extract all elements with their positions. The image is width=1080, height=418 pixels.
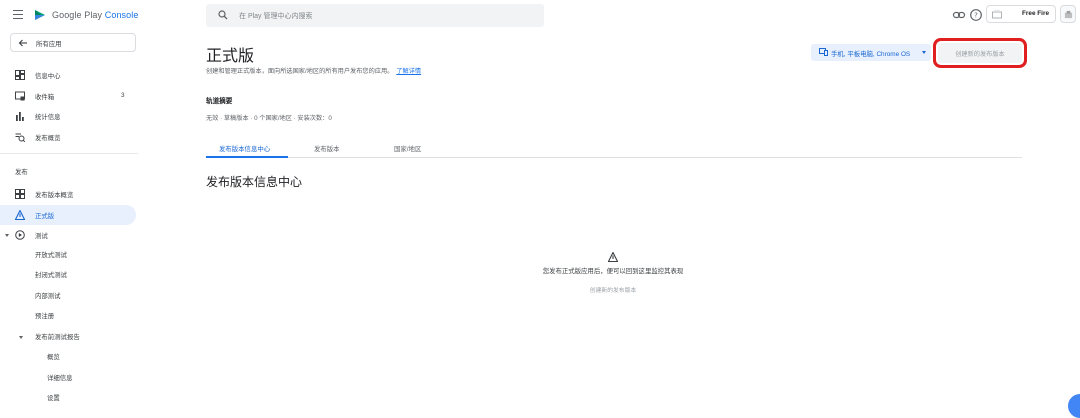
empty-state-create-link[interactable]: 创建新的发布版本 bbox=[438, 285, 788, 294]
tab-bar: 发布版本信息中心 发布版本 国家/地区 bbox=[206, 139, 1022, 158]
device-filter-button[interactable]: 手机, 平板电脑, Chrome OS bbox=[811, 44, 931, 61]
sidebar-item-publishing-overview[interactable]: 发布概览 bbox=[0, 127, 136, 147]
sidebar-item-label: 详细信息 bbox=[47, 375, 73, 382]
release-section-label: 发布 bbox=[15, 169, 28, 176]
sidebar-item-prelaunch-overview[interactable]: 概览 bbox=[47, 352, 60, 370]
dropdown-caret-icon bbox=[922, 51, 926, 54]
production-icon bbox=[608, 252, 618, 262]
all-apps-label: 所有应用 bbox=[36, 41, 62, 48]
create-release-button[interactable]: 创建新的发布版本 bbox=[938, 43, 1022, 63]
publish-overview-icon bbox=[15, 133, 25, 142]
sidebar-item-statistics[interactable]: 统计信息 bbox=[0, 106, 136, 126]
track-summary-title: 轨道摘要 bbox=[206, 98, 233, 105]
account-chip[interactable]: Free Fire bbox=[986, 5, 1056, 23]
avatar-icon bbox=[1064, 10, 1073, 19]
menu-icon[interactable] bbox=[13, 10, 23, 19]
tab-releases[interactable]: 发布版本 bbox=[314, 144, 340, 153]
account-name: Free Fire bbox=[1022, 10, 1049, 17]
empty-state-message: 您发布正式版应用后，便可以回到这里监控其表现 bbox=[542, 268, 684, 275]
sidebar-item-label: 发布版本概览 bbox=[35, 192, 74, 199]
sidebar-item-label: 发布前测试报告 bbox=[35, 334, 80, 341]
product-name[interactable]: Google Play Console bbox=[52, 10, 138, 20]
sidebar-item-label: 概览 bbox=[47, 354, 60, 361]
create-release-label: 创建新的发布版本 bbox=[955, 51, 1005, 58]
arrow-back-icon bbox=[18, 39, 27, 47]
sidebar-item-releases-overview[interactable]: 发布版本概览 bbox=[0, 184, 136, 204]
search-icon bbox=[218, 10, 228, 20]
sidebar-item-label: 内部测试 bbox=[35, 293, 61, 300]
devices-icon bbox=[819, 48, 828, 56]
testing-icon bbox=[15, 230, 25, 240]
sidebar-item-production[interactable]: 正式版 bbox=[0, 205, 136, 225]
sidebar-item-internal-testing[interactable]: 内部测试 bbox=[35, 291, 61, 309]
account-icon bbox=[992, 10, 1002, 19]
tab-countries-regions[interactable]: 国家/地区 bbox=[394, 144, 421, 153]
all-apps-button[interactable]: 所有应用 bbox=[10, 33, 136, 52]
sidebar-item-label: 预注册 bbox=[35, 313, 55, 320]
sidebar-item-open-testing[interactable]: 开放式测试 bbox=[35, 250, 67, 268]
description-text: 创建和管理正式版本，面向所选国家/地区的所有用户发布您的应用。 bbox=[206, 68, 394, 75]
sidebar-item-label: 信息中心 bbox=[35, 73, 61, 80]
page-description: 创建和管理正式版本，面向所选国家/地区的所有用户发布您的应用。 了解详情 bbox=[206, 66, 421, 75]
top-app-bar: Google Play Console ? Free Fire bbox=[0, 0, 1080, 30]
sidebar-item-prelaunch-report[interactable]: 发布前测试报告 bbox=[35, 332, 80, 350]
expand-chevron-icon[interactable] bbox=[5, 234, 9, 237]
sidebar-item-label: 测试 bbox=[35, 233, 48, 240]
help-icon[interactable]: ? bbox=[969, 8, 983, 22]
stats-icon bbox=[16, 112, 24, 121]
sidebar-item-label: 正式版 bbox=[35, 213, 55, 220]
sidebar-item-label: 设置 bbox=[47, 395, 60, 402]
active-tab-indicator bbox=[206, 156, 288, 158]
section-title: 发布版本信息中心 bbox=[206, 175, 303, 189]
sidebar-item-closed-testing[interactable]: 封闭式测试 bbox=[35, 270, 67, 288]
inbox-count: 3 bbox=[121, 92, 125, 99]
sidebar-item-label: 封闭式测试 bbox=[35, 272, 67, 279]
sidebar: 所有应用 信息中心 收件箱 3 统计信息 发布概览 发布 发布版本概览 正式版 … bbox=[0, 30, 138, 408]
tab-release-dashboard[interactable]: 发布版本信息中心 bbox=[219, 144, 270, 153]
expand-chevron-icon[interactable] bbox=[19, 336, 23, 339]
device-filter-label: 手机, 平板电脑, Chrome OS bbox=[831, 50, 911, 58]
play-console-logo bbox=[35, 10, 45, 20]
production-icon bbox=[15, 210, 25, 220]
sidebar-item-label: 开放式测试 bbox=[35, 252, 67, 259]
sidebar-item-dashboard[interactable]: 信息中心 bbox=[0, 65, 136, 85]
brand-google-play: Google Play bbox=[52, 10, 103, 20]
brand-console: Console bbox=[104, 10, 139, 20]
inbox-icon bbox=[15, 91, 25, 101]
sidebar-item-label: 发布概览 bbox=[35, 135, 61, 142]
svg-text:?: ? bbox=[974, 12, 978, 20]
sidebar-item-inbox[interactable]: 收件箱 3 bbox=[0, 86, 136, 106]
sidebar-item-pre-registration[interactable]: 预注册 bbox=[35, 311, 54, 329]
search-input[interactable] bbox=[237, 8, 531, 25]
avatar[interactable] bbox=[1060, 5, 1076, 23]
link-icon[interactable] bbox=[952, 8, 966, 22]
sidebar-item-prelaunch-settings[interactable]: 设置 bbox=[47, 393, 60, 411]
search-bar[interactable] bbox=[206, 4, 544, 27]
feedback-fab[interactable] bbox=[1068, 394, 1080, 418]
dashboard-icon bbox=[15, 70, 25, 80]
track-summary-status: 无效 · 草稿版本 · 0 个国家/地区 · 安装次数：0 bbox=[206, 115, 332, 122]
sidebar-item-label: 统计信息 bbox=[35, 114, 61, 121]
sidebar-item-testing[interactable]: 测试 bbox=[0, 225, 136, 245]
main-content: 正式版 创建和管理正式版本，面向所选国家/地区的所有用户发布您的应用。 了解详情 … bbox=[138, 30, 1080, 408]
sidebar-item-prelaunch-details[interactable]: 详细信息 bbox=[47, 373, 73, 391]
sidebar-divider bbox=[0, 153, 138, 154]
learn-more-link[interactable]: 了解详情 bbox=[396, 68, 421, 75]
releases-overview-icon bbox=[15, 189, 25, 199]
page-title: 正式版 bbox=[206, 48, 255, 65]
sidebar-item-label: 收件箱 bbox=[35, 94, 55, 101]
